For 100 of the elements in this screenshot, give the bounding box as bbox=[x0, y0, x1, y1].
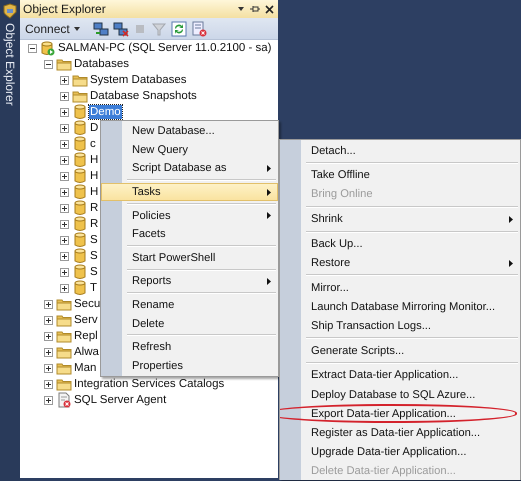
submenu-arrow-icon bbox=[267, 188, 271, 196]
tree-item[interactable]: H bbox=[89, 169, 100, 183]
expand-icon[interactable] bbox=[60, 268, 69, 276]
database-icon bbox=[72, 168, 88, 184]
disconnect-icon[interactable] bbox=[112, 20, 129, 36]
tree-item[interactable]: Serv bbox=[73, 313, 99, 327]
collapse-icon[interactable] bbox=[44, 60, 53, 68]
panel-title: Object Explorer bbox=[23, 2, 107, 16]
database-icon bbox=[72, 184, 88, 200]
collapse-icon[interactable] bbox=[28, 44, 37, 52]
expand-icon[interactable] bbox=[44, 396, 53, 404]
tree-item[interactable]: SALMAN-PC (SQL Server 11.0.2100 - sa) bbox=[57, 41, 272, 55]
tree-item[interactable]: System Databases bbox=[89, 73, 188, 87]
expand-icon[interactable] bbox=[60, 252, 69, 260]
expand-icon[interactable] bbox=[44, 380, 53, 388]
database-icon bbox=[72, 248, 88, 264]
menu-item[interactable]: Script Database as bbox=[101, 159, 278, 178]
tree-item[interactable]: S bbox=[89, 265, 99, 279]
object-explorer-tab[interactable]: Object Explorer bbox=[3, 23, 17, 106]
tree-item[interactable]: S bbox=[89, 233, 99, 247]
expand-icon[interactable] bbox=[60, 188, 69, 196]
menu-item[interactable]: Upgrade Data-tier Application... bbox=[280, 442, 520, 462]
refresh-icon[interactable] bbox=[170, 20, 187, 36]
database-icon bbox=[72, 264, 88, 280]
database-icon bbox=[72, 216, 88, 232]
submenu-arrow-icon bbox=[509, 260, 513, 267]
tree-item[interactable]: Integration Services Catalogs bbox=[73, 377, 226, 391]
tree-item[interactable]: c bbox=[89, 137, 97, 151]
submenu-arrow-icon bbox=[267, 212, 271, 220]
database-icon bbox=[72, 104, 88, 120]
expand-icon[interactable] bbox=[60, 92, 69, 100]
connect-button[interactable]: Connect bbox=[23, 20, 83, 36]
menu-item[interactable]: Back Up... bbox=[280, 234, 520, 254]
database-icon bbox=[72, 200, 88, 216]
submenu-arrow-icon bbox=[267, 278, 271, 285]
expand-icon[interactable] bbox=[60, 284, 69, 292]
tree-item[interactable]: R bbox=[89, 217, 100, 231]
tree-item[interactable]: S bbox=[89, 249, 99, 263]
expand-icon[interactable] bbox=[60, 76, 69, 84]
submenu-arrow-icon bbox=[509, 216, 513, 223]
tree-item[interactable]: Man bbox=[73, 361, 98, 375]
menu-item[interactable]: New Database... bbox=[101, 122, 278, 141]
explorer-icon bbox=[2, 3, 18, 19]
expand-icon[interactable] bbox=[60, 220, 69, 228]
activity-monitor-icon[interactable] bbox=[190, 20, 207, 36]
tree-item[interactable]: H bbox=[89, 153, 100, 167]
tree-item[interactable]: R bbox=[89, 201, 100, 215]
tree-item[interactable]: SQL Server Agent bbox=[73, 393, 168, 407]
menu-item[interactable]: Generate Scripts... bbox=[280, 341, 520, 360]
menu-item[interactable]: Deploy Database to SQL Azure... bbox=[280, 385, 520, 404]
menu-item[interactable]: Properties bbox=[101, 356, 278, 376]
menu-item[interactable]: Refresh bbox=[101, 338, 278, 357]
close-icon[interactable] bbox=[265, 4, 274, 14]
caret-icon bbox=[72, 24, 81, 32]
tree-item[interactable]: Secu bbox=[73, 297, 102, 311]
tree-item[interactable]: H bbox=[89, 185, 100, 199]
expand-icon[interactable] bbox=[44, 332, 53, 340]
menu-item[interactable]: Rename bbox=[101, 296, 278, 314]
menu-item[interactable]: Detach... bbox=[280, 141, 520, 160]
menu-item[interactable]: Start PowerShell bbox=[101, 248, 278, 268]
expand-icon[interactable] bbox=[60, 172, 69, 180]
expand-icon[interactable] bbox=[60, 108, 69, 116]
expand-icon[interactable] bbox=[44, 364, 53, 372]
menu-item[interactable]: Delete bbox=[101, 314, 278, 333]
menu-item[interactable]: Restore bbox=[280, 253, 520, 273]
tree-item[interactable]: Repl bbox=[73, 329, 99, 343]
expand-icon[interactable] bbox=[60, 236, 69, 244]
database-icon bbox=[72, 136, 88, 152]
expand-icon[interactable] bbox=[44, 348, 53, 356]
menu-item[interactable]: Facets bbox=[101, 224, 278, 244]
expand-icon[interactable] bbox=[60, 204, 69, 212]
database-icon bbox=[72, 280, 88, 296]
expand-icon[interactable] bbox=[60, 124, 69, 132]
menu-item[interactable]: Launch Database Mirroring Monitor... bbox=[280, 297, 520, 316]
menu-item[interactable]: Extract Data-tier Application... bbox=[280, 366, 520, 386]
tree-item[interactable]: Databases bbox=[73, 57, 130, 71]
expand-icon[interactable] bbox=[44, 300, 53, 308]
expand-icon[interactable] bbox=[60, 156, 69, 164]
tree-item[interactable]: T bbox=[89, 281, 98, 295]
menu-item[interactable]: Export Data-tier Application... bbox=[280, 404, 520, 424]
menu-item[interactable]: Take Offline bbox=[280, 166, 520, 185]
menu-item[interactable]: New Query bbox=[101, 140, 278, 160]
database-icon bbox=[72, 152, 88, 168]
expand-icon[interactable] bbox=[44, 316, 53, 324]
pin-icon[interactable] bbox=[249, 4, 261, 14]
server-icon bbox=[40, 40, 56, 56]
tree-item[interactable]: Alwa bbox=[73, 345, 100, 359]
menu-item[interactable]: Tasks bbox=[101, 182, 278, 202]
menu-item[interactable]: Register as Data-tier Application... bbox=[280, 423, 520, 443]
connect-icon[interactable] bbox=[92, 20, 109, 36]
expand-icon[interactable] bbox=[60, 140, 69, 148]
menu-item[interactable]: Mirror... bbox=[280, 278, 520, 298]
menu-item[interactable]: Reports bbox=[101, 272, 278, 291]
menu-item[interactable]: Policies bbox=[101, 206, 278, 225]
database-icon bbox=[72, 232, 88, 248]
tree-item[interactable]: Database Snapshots bbox=[89, 89, 198, 103]
menu-item[interactable]: Ship Transaction Logs... bbox=[280, 316, 520, 336]
tree-item[interactable]: Demo bbox=[89, 105, 122, 119]
menu-item[interactable]: Shrink bbox=[280, 210, 520, 229]
tree-item[interactable]: D bbox=[89, 121, 100, 135]
